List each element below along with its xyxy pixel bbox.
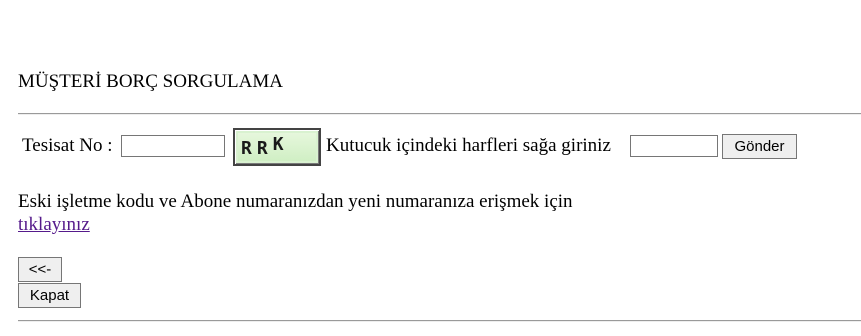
info-text: Eski işletme kodu ve Abone numaranızdan … — [18, 191, 573, 212]
captcha-text: RRK — [241, 134, 289, 159]
captcha-input[interactable] — [630, 135, 718, 157]
lookup-link[interactable]: tıklayınız — [18, 213, 90, 236]
close-button[interactable]: Kapat — [18, 283, 81, 308]
captcha-char-1: R — [241, 138, 257, 159]
query-form: Tesisat No : RRK Kutucuk içindeki harfle… — [22, 128, 842, 168]
captcha-instruction: Kutucuk içindeki harfleri sağa giriniz — [326, 135, 611, 156]
tesisat-input[interactable] — [121, 135, 225, 157]
back-button[interactable]: <<- — [18, 257, 62, 282]
submit-button[interactable]: Gönder — [722, 134, 797, 159]
divider-bottom — [18, 320, 861, 322]
captcha-char-2: R — [256, 138, 273, 159]
divider-top — [18, 113, 861, 115]
page-title: MÜŞTERİ BORÇ SORGULAMA — [18, 71, 283, 92]
tesisat-label: Tesisat No : — [22, 135, 113, 156]
captcha-image: RRK — [233, 128, 321, 166]
captcha-char-3: K — [272, 134, 289, 155]
